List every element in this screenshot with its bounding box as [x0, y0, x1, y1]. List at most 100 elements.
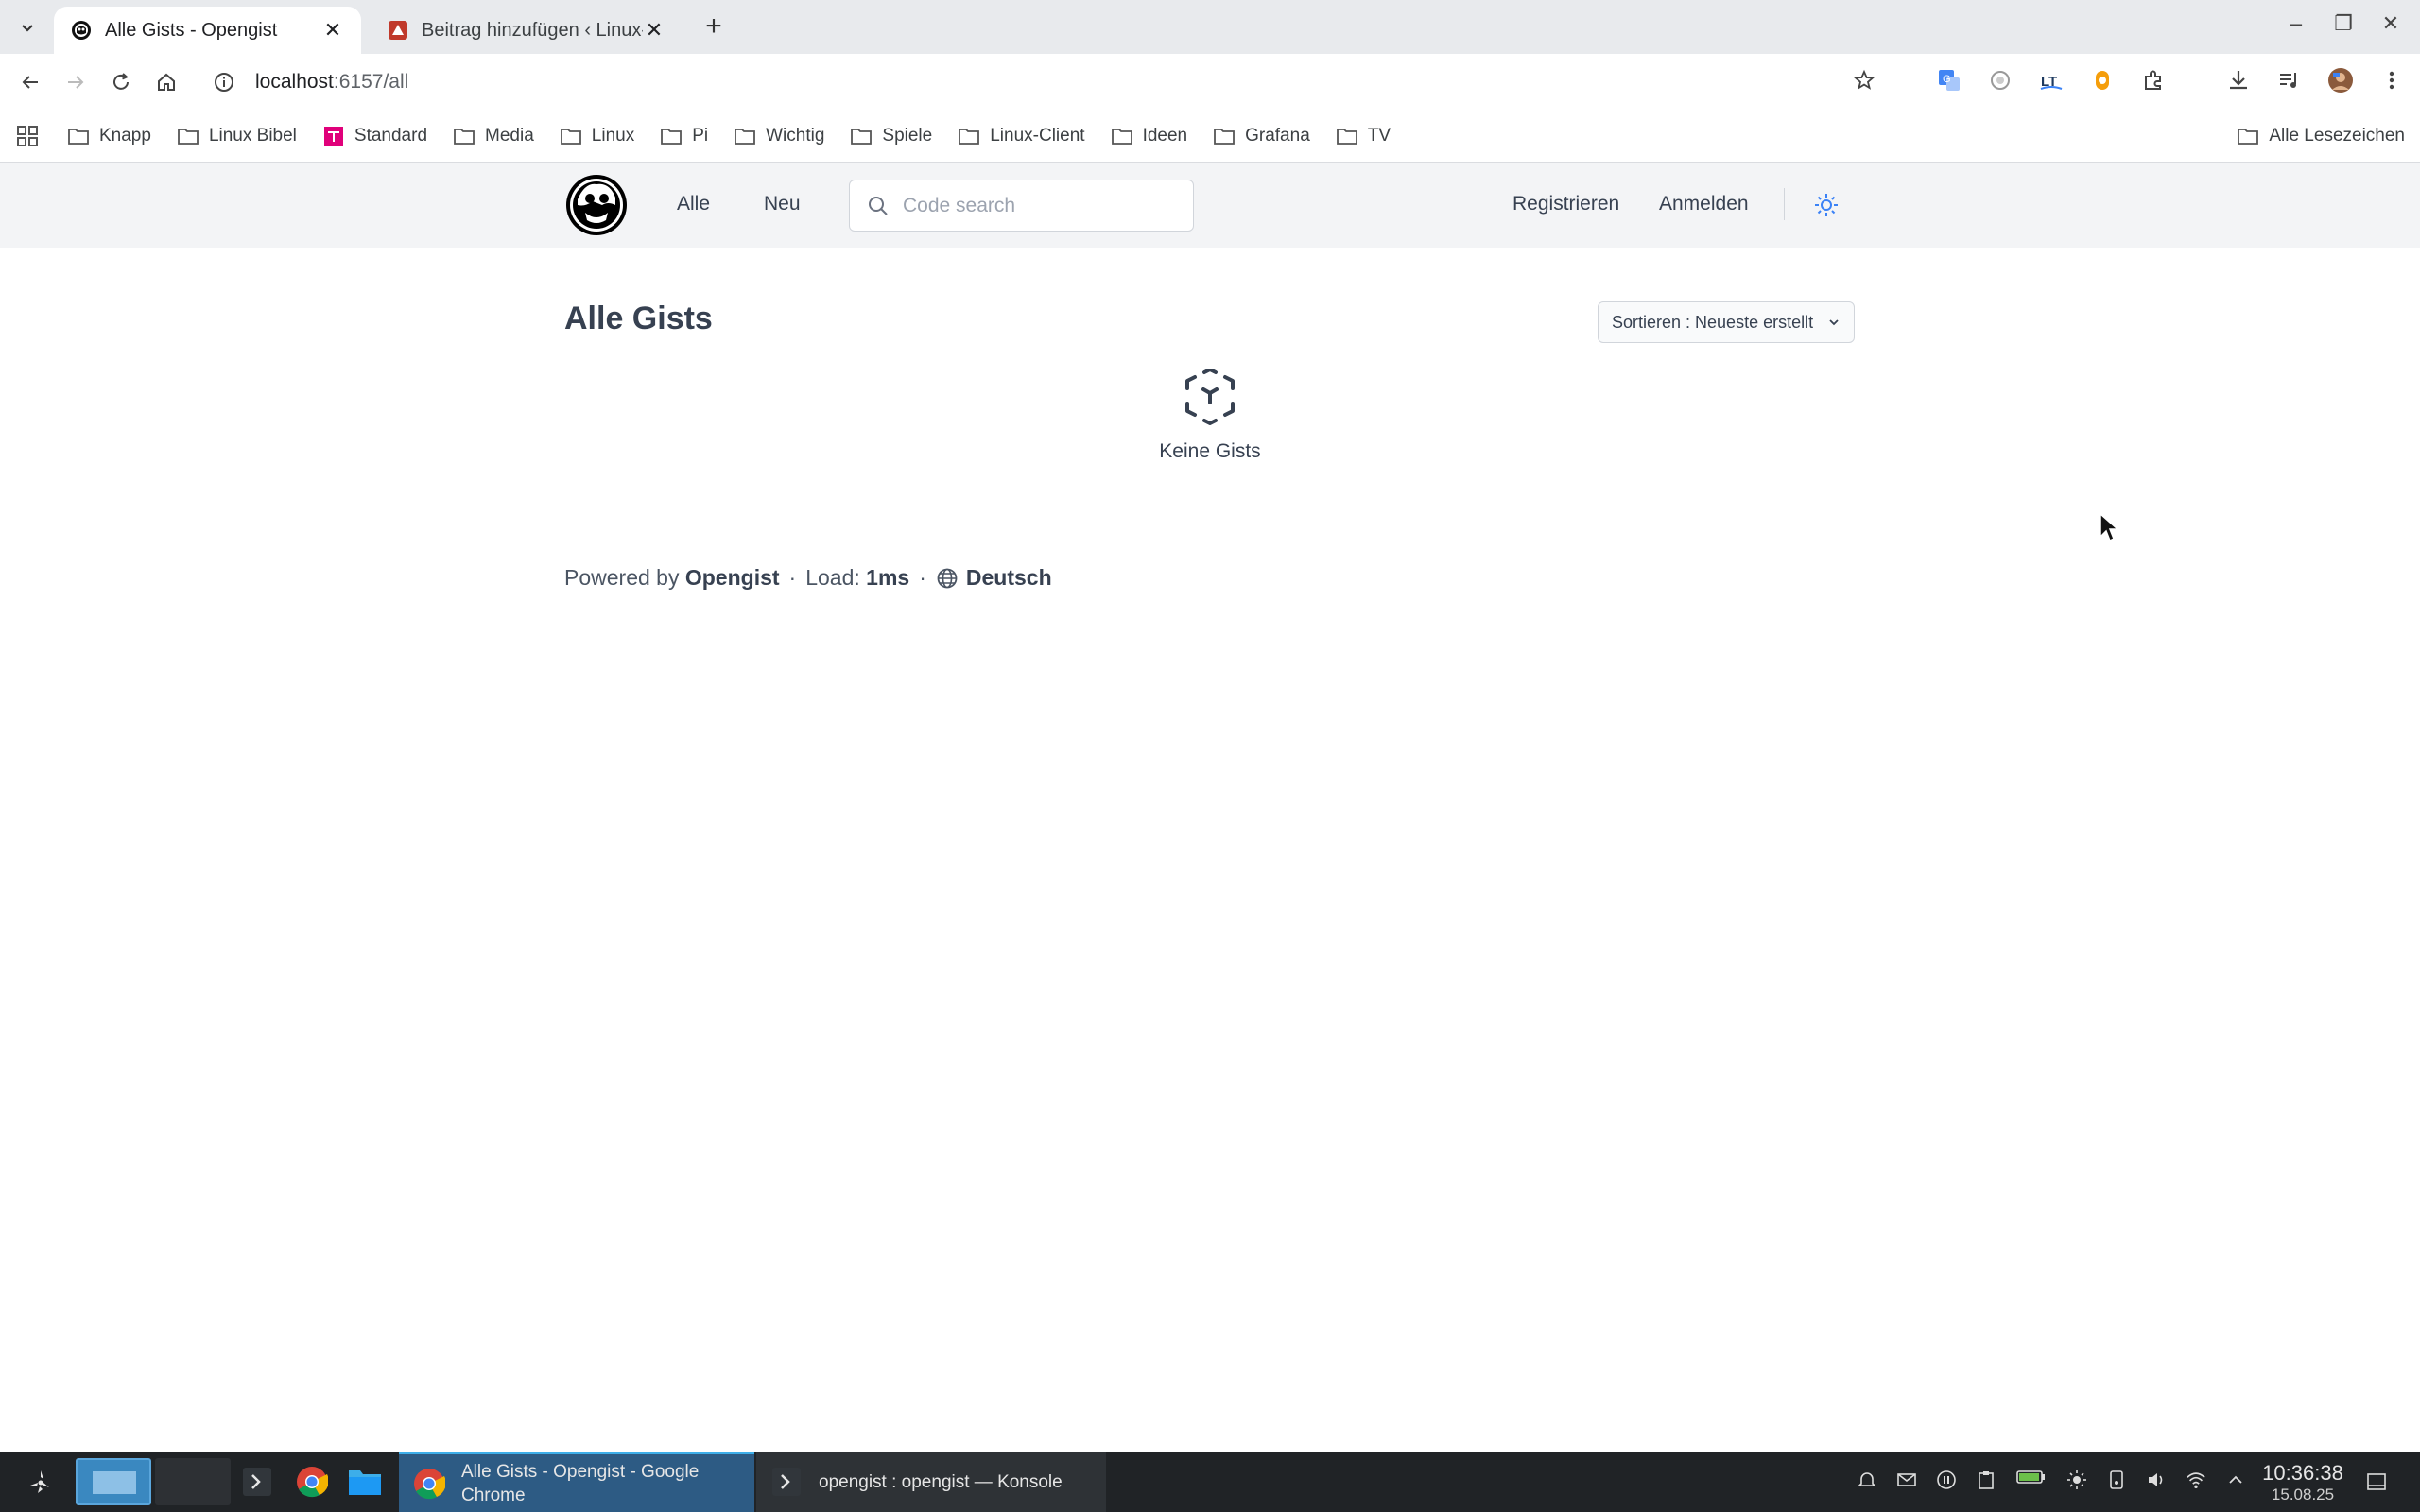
address-bar[interactable]: localhost:6157/all — [212, 60, 1932, 105]
virtual-desktop-1[interactable] — [76, 1458, 151, 1505]
bookmark-label: Grafana — [1245, 126, 1310, 146]
back-icon[interactable] — [15, 67, 45, 97]
bookmark-star-icon[interactable] — [1851, 67, 1877, 94]
tab-title: Alle Gists - Opengist — [105, 19, 278, 41]
bookmark-label: Media — [485, 126, 534, 146]
bookmark-label: Linux — [591, 126, 635, 146]
volume-icon[interactable] — [2146, 1469, 2167, 1491]
login-link[interactable]: Anmelden — [1659, 193, 1749, 215]
bookmark-item-linux[interactable]: Linux — [560, 126, 635, 146]
extension-cloud-icon[interactable] — [1987, 67, 2014, 94]
bookmark-item-linux-client[interactable]: Linux-Client — [959, 126, 1085, 146]
battery-icon[interactable] — [2015, 1469, 2048, 1491]
brightness-icon[interactable] — [2066, 1469, 2087, 1491]
virtual-desktop-2[interactable] — [155, 1458, 231, 1505]
tab-title: Beitrag hinzufügen ‹ Linux-Bibel — [422, 19, 643, 41]
os-taskbar: Alle Gists - Opengist - Google Chrome op… — [0, 1452, 2420, 1512]
bookmark-item-pi[interactable]: Pi — [661, 126, 708, 146]
clock[interactable]: 10:36:38 15.08.25 — [2257, 1461, 2348, 1504]
nav-new-link[interactable]: Neu — [764, 193, 801, 215]
load-value: 1ms — [866, 565, 910, 590]
bookmark-label: Spiele — [882, 126, 933, 146]
extensions-puzzle-icon[interactable] — [2140, 67, 2167, 94]
bookmark-item-knapp[interactable]: Knapp — [68, 126, 151, 146]
languagetool-extension-icon[interactable]: LT — [2038, 67, 2065, 94]
tab-beitrag-hinzufuegen[interactable]: Beitrag hinzufügen ‹ Linux-Bibel ✕ — [371, 7, 683, 54]
theme-toggle-sun-icon[interactable] — [1813, 192, 1840, 218]
bookmark-item-wichtig[interactable]: Wichtig — [735, 126, 824, 146]
folder-icon — [560, 129, 581, 145]
media-pause-icon[interactable] — [1936, 1469, 1957, 1491]
all-bookmarks-button[interactable]: Alle Lesezeichen — [2238, 126, 2405, 146]
tab-search-icon[interactable] — [13, 13, 42, 42]
profile-avatar[interactable] — [2327, 67, 2354, 94]
app-launcher-icon[interactable] — [25, 1467, 57, 1499]
footer-separator: · — [919, 565, 926, 590]
bookmark-item-ideen[interactable]: Ideen — [1111, 126, 1187, 146]
mail-icon[interactable] — [1896, 1469, 1917, 1491]
wifi-icon[interactable] — [2186, 1469, 2206, 1491]
site-info-icon[interactable] — [212, 70, 236, 94]
code-search-input[interactable] — [903, 194, 1186, 217]
show-desktop-icon[interactable] — [2365, 1470, 2388, 1493]
folder-icon — [735, 129, 756, 145]
sort-dropdown[interactable]: Sortieren : Neueste erstellt — [1598, 301, 1855, 343]
tab-alle-gists[interactable]: Alle Gists - Opengist ✕ — [54, 7, 361, 54]
all-bookmarks-label: Alle Lesezeichen — [2269, 126, 2405, 146]
minimize-icon[interactable]: – — [2286, 11, 2307, 36]
bookmark-label: TV — [1367, 126, 1392, 146]
opengist-logo-icon[interactable] — [564, 173, 629, 237]
downloads-icon[interactable] — [2225, 67, 2252, 94]
forward-icon[interactable] — [60, 67, 91, 97]
load-label: Load: — [805, 565, 860, 590]
taskbar-task-konsole[interactable]: opengist : opengist — Konsole — [756, 1452, 1106, 1512]
chrome-menu-icon[interactable] — [2378, 67, 2405, 94]
bookmark-item-standard[interactable]: Standard — [323, 126, 427, 146]
code-search-box[interactable] — [849, 180, 1194, 232]
bookmark-item-linux-bibel[interactable]: Linux Bibel — [178, 126, 297, 146]
bookmark-item-media[interactable]: Media — [454, 126, 534, 146]
taskbar-task-chrome[interactable]: Alle Gists - Opengist - Google Chrome — [399, 1452, 754, 1512]
bookmark-label: Pi — [692, 126, 709, 146]
folder-icon — [2238, 129, 2259, 145]
chrome-launcher-icon[interactable] — [295, 1465, 329, 1499]
maximize-icon[interactable]: ❐ — [2333, 11, 2354, 36]
language-selector[interactable]: Deutsch — [966, 565, 1052, 591]
nav-all-link[interactable]: Alle — [677, 193, 710, 215]
tab-close-icon[interactable]: ✕ — [321, 18, 344, 42]
opengist-link[interactable]: Opengist — [685, 565, 780, 591]
folder-icon — [454, 129, 475, 145]
reload-icon[interactable] — [106, 67, 136, 97]
konsole-icon — [769, 1465, 804, 1499]
chrome-icon — [412, 1467, 446, 1501]
bookmark-item-grafana[interactable]: Grafana — [1214, 126, 1310, 146]
clock-time: 10:36:38 — [2262, 1461, 2343, 1485]
page-title: Alle Gists — [564, 301, 713, 336]
close-window-icon[interactable]: ✕ — [2380, 11, 2401, 36]
translate-extension-icon[interactable]: G — [1936, 67, 1962, 94]
standard-favicon-icon — [323, 127, 343, 146]
clipboard-icon[interactable] — [1976, 1469, 1996, 1491]
tray-expand-chevron-up-icon[interactable] — [2225, 1469, 2246, 1491]
konsole-launcher-icon[interactable] — [240, 1465, 274, 1499]
file-manager-icon[interactable] — [348, 1465, 382, 1499]
register-link[interactable]: Registrieren — [1512, 193, 1619, 215]
window-controls: – ❐ ✕ — [2286, 11, 2401, 36]
bookmark-item-spiele[interactable]: Spiele — [851, 126, 932, 146]
mouse-cursor-icon — [2100, 512, 2119, 542]
media-control-icon[interactable] — [2276, 67, 2303, 94]
notifications-alarm-icon[interactable] — [1857, 1469, 1877, 1491]
bookmark-label: Standard — [354, 126, 428, 146]
device-storage-icon[interactable] — [2106, 1469, 2127, 1491]
new-tab-plus-icon[interactable]: + — [700, 12, 728, 42]
folder-icon — [661, 129, 683, 145]
tab-close-icon[interactable]: ✕ — [643, 18, 666, 42]
browser-tabbar: Alle Gists - Opengist ✕ Beitrag hinzufüg… — [0, 0, 2420, 54]
home-icon[interactable] — [151, 67, 182, 97]
linux-bibel-favicon-icon — [389, 21, 407, 40]
task-label: Alle Gists - Opengist - Google Chrome — [461, 1461, 700, 1505]
browser-toolbar: localhost:6157/all G LT — [0, 54, 2420, 111]
apps-grid-icon[interactable] — [15, 124, 40, 148]
extension-orange-icon[interactable] — [2089, 67, 2116, 94]
bookmark-item-tv[interactable]: TV — [1336, 126, 1392, 146]
